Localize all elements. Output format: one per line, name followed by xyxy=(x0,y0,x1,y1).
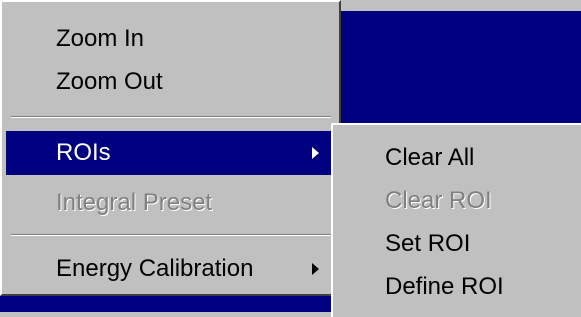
menu-item-label: Energy Calibration xyxy=(56,255,254,282)
submenu-item-label: Set ROI xyxy=(385,230,471,257)
menu-separator xyxy=(11,234,331,236)
background-window-area xyxy=(341,11,581,123)
submenu-item-label: Define ROI xyxy=(385,273,504,300)
submenu-item-set-roi[interactable]: Set ROI xyxy=(337,225,581,263)
menu-item-label: Integral Preset xyxy=(56,189,213,216)
context-menu: Zoom In Zoom Out ROIs Integral Preset En… xyxy=(0,0,341,296)
submenu-item-label: Clear All xyxy=(385,144,475,171)
submenu-arrow-icon xyxy=(312,147,319,159)
screen: { "context_menu": { "items": [ {"label":… xyxy=(0,0,581,317)
menu-item-zoom-in[interactable]: Zoom In xyxy=(6,20,337,58)
menu-item-label: Zoom In xyxy=(56,25,145,52)
submenu-item-clear-roi: Clear ROI xyxy=(337,182,581,220)
menu-item-label: Zoom Out xyxy=(56,68,163,95)
submenu-item-label: Clear ROI xyxy=(385,187,492,214)
menu-item-zoom-out[interactable]: Zoom Out xyxy=(6,63,337,101)
submenu-item-define-roi[interactable]: Define ROI xyxy=(337,268,581,306)
menu-item-rois[interactable]: ROIs xyxy=(6,131,337,175)
menu-item-integral-preset: Integral Preset xyxy=(6,184,337,222)
menu-item-label: ROIs xyxy=(56,139,111,166)
background-window-strip xyxy=(0,296,331,312)
menu-item-energy-calibration[interactable]: Energy Calibration xyxy=(6,250,337,290)
submenu-item-clear-all[interactable]: Clear All xyxy=(337,139,581,177)
submenu-arrow-icon xyxy=(312,263,319,275)
menu-separator xyxy=(11,116,331,118)
roi-submenu: Clear All Clear ROI Set ROI Define ROI xyxy=(331,123,581,317)
